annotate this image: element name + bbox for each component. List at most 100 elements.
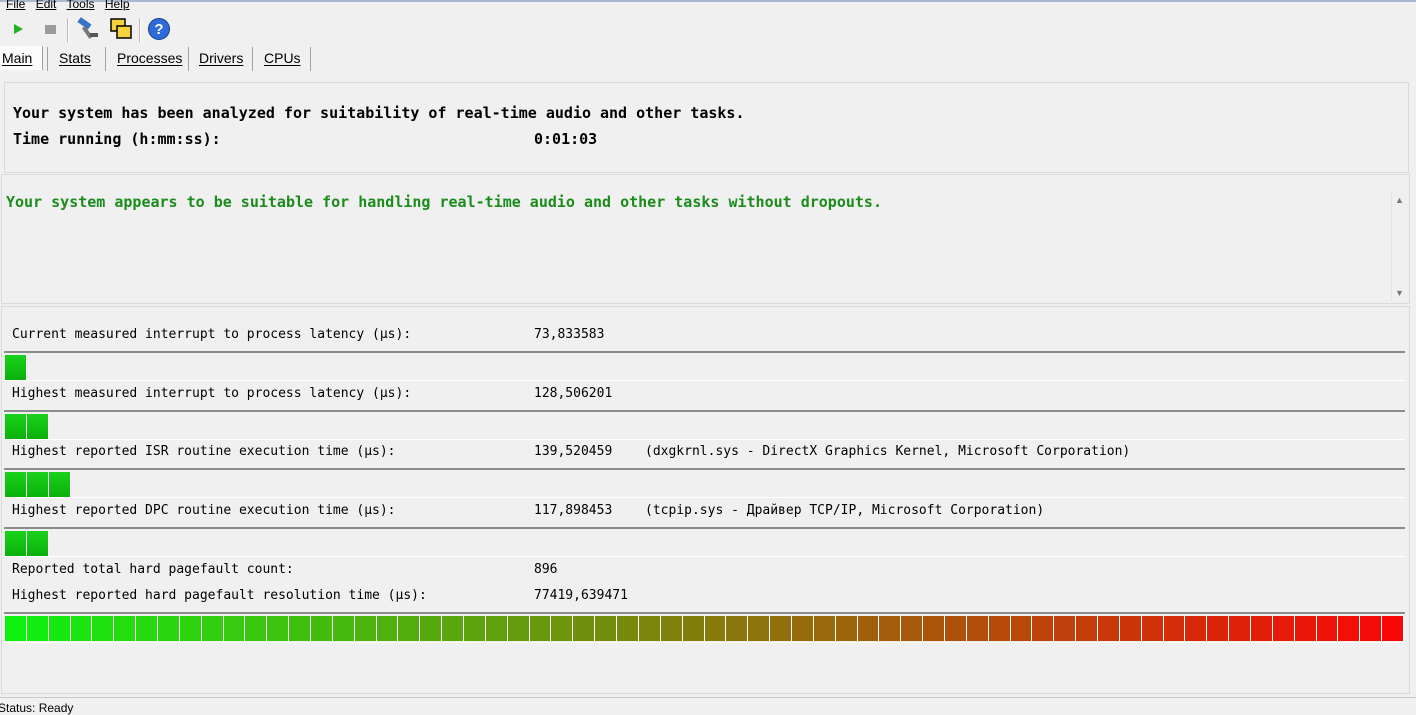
bar-segment <box>49 472 71 497</box>
dpc-time-value: 117,898453 <box>534 503 613 518</box>
pagefault-bar-segment <box>573 616 596 641</box>
pagefault-time-bar <box>4 612 1405 643</box>
pagefault-bar-segment <box>1294 616 1317 641</box>
pagefault-count-value: 896 <box>534 562 558 577</box>
pagefault-bar-segment <box>420 616 443 641</box>
tab-separator <box>105 47 106 71</box>
tab-drivers[interactable]: Drivers <box>199 50 243 66</box>
current-latency-value: 73,833583 <box>534 327 605 342</box>
pagefault-bar-segment <box>1360 616 1383 641</box>
toolbar-separator <box>139 18 141 42</box>
isr-time-label: Highest reported ISR routine execution t… <box>12 444 396 459</box>
pagefault-bar-segment <box>26 616 49 641</box>
pagefault-bar-segment <box>507 616 530 641</box>
pagefault-bar-segment <box>354 616 377 641</box>
current-latency-bar <box>4 351 1405 381</box>
menu-bar: File Edit Tools Help <box>0 0 1416 12</box>
pagefault-time-value: 77419,639471 <box>534 588 628 603</box>
pagefault-bar-segment <box>835 616 858 641</box>
status-text: Status: Ready <box>0 701 74 715</box>
pagefault-time-label: Highest reported hard pagefault resoluti… <box>12 588 427 603</box>
pagefault-bar-segment <box>1054 616 1077 641</box>
menu-tools[interactable]: Tools <box>67 0 95 11</box>
help-button[interactable]: ? <box>147 17 171 41</box>
menu-file[interactable]: File <box>6 0 25 11</box>
isr-time-value: 139,520459 <box>534 444 613 459</box>
menu-help[interactable]: Help <box>105 0 130 11</box>
pagefault-bar-segment <box>901 616 924 641</box>
hammer-icon <box>77 17 98 39</box>
pagefault-bar-segment <box>879 616 902 641</box>
current-latency-label: Current measured interrupt to process la… <box>12 327 412 342</box>
verdict-scrollbar[interactable]: ▲ ▼ <box>1391 193 1408 301</box>
pagefault-bar-segment <box>1076 616 1098 641</box>
bar-segment <box>5 414 27 439</box>
pagefault-bar-segment <box>376 616 399 641</box>
tab-separator <box>188 47 189 71</box>
pagefault-bar-segment <box>748 616 771 641</box>
highest-latency-bar <box>4 410 1405 440</box>
tools-button[interactable] <box>76 17 100 41</box>
pagefault-bar-segment <box>1382 616 1404 641</box>
bar-segment <box>27 531 49 556</box>
windows-icon <box>110 18 132 39</box>
pagefault-bar-segment <box>1272 616 1295 641</box>
pagefault-bar-segment <box>617 616 639 641</box>
tab-separator <box>47 47 48 71</box>
pagefault-bar-segment <box>5 616 27 641</box>
pagefault-bar-segment <box>966 616 989 641</box>
tab-separator <box>310 47 311 71</box>
dpc-driver-detail: (tcpip.sys - Драйвер TCP/IP, Microsoft C… <box>645 503 1045 518</box>
tab-cpus[interactable]: CPUs <box>264 50 301 66</box>
stop-button[interactable] <box>38 17 62 41</box>
pagefault-bar-segment <box>988 616 1011 641</box>
pagefault-bar-segment <box>857 616 880 641</box>
pagefault-bar-segment <box>1250 616 1273 641</box>
toolbar-separator <box>67 18 69 42</box>
menu-edit[interactable]: Edit <box>36 0 57 11</box>
pagefault-bar-segment <box>398 616 421 641</box>
pagefault-bar-segment <box>1229 616 1251 641</box>
isr-time-bar <box>4 468 1405 498</box>
pagefault-bar-segment <box>179 616 202 641</box>
title-bar-strip <box>0 0 1416 2</box>
scroll-down-icon[interactable]: ▼ <box>1395 288 1404 298</box>
pagefault-bar-segment <box>485 616 508 641</box>
pagefault-count-label: Reported total hard pagefault count: <box>12 562 294 577</box>
pagefault-bar-segment <box>638 616 661 641</box>
pagefault-bar-segment <box>1141 616 1164 641</box>
pagefault-bar-segment <box>1032 616 1055 641</box>
tab-stats[interactable]: Stats <box>59 50 91 66</box>
isr-driver-detail: (dxgkrnl.sys - DirectX Graphics Kernel, … <box>645 444 1131 459</box>
pagefault-bar-segment <box>464 616 486 641</box>
pagefault-bar-segment <box>245 616 268 641</box>
pagefault-bar-segment <box>682 616 705 641</box>
pagefault-bar-segment <box>114 616 137 641</box>
pagefault-bar-segment <box>529 616 552 641</box>
start-button[interactable] <box>6 17 30 41</box>
bar-segment <box>5 355 27 380</box>
pagefault-bar-segment <box>595 616 618 641</box>
pagefault-bar-segment <box>944 616 967 641</box>
windows-button[interactable] <box>109 17 133 41</box>
help-icon: ? <box>148 18 170 40</box>
scroll-up-icon[interactable]: ▲ <box>1395 195 1404 205</box>
highest-latency-label: Highest measured interrupt to process la… <box>12 386 412 401</box>
pagefault-bar-segment <box>726 616 749 641</box>
pagefault-bar-segment <box>311 616 333 641</box>
pagefault-bar-segment <box>1207 616 1230 641</box>
dpc-time-label: Highest reported DPC routine execution t… <box>12 503 396 518</box>
play-icon <box>14 24 23 34</box>
verdict-message: Your system appears to be suitable for h… <box>6 193 882 211</box>
pagefault-bar-segment <box>813 616 836 641</box>
tab-strip: Main Stats Processes Drivers CPUs <box>0 45 1416 71</box>
pagefault-bar-segment <box>332 616 355 641</box>
tab-main[interactable]: Main <box>2 50 32 66</box>
toolbar: ? <box>0 14 1416 46</box>
pagefault-bar-segment <box>92 616 115 641</box>
tab-processes[interactable]: Processes <box>117 50 182 66</box>
pagefault-bar-segment <box>923 616 945 641</box>
pagefault-bar-segment <box>1185 616 1208 641</box>
time-running-label: Time running (h:mm:ss): <box>13 130 221 148</box>
pagefault-bar-segment <box>660 616 683 641</box>
